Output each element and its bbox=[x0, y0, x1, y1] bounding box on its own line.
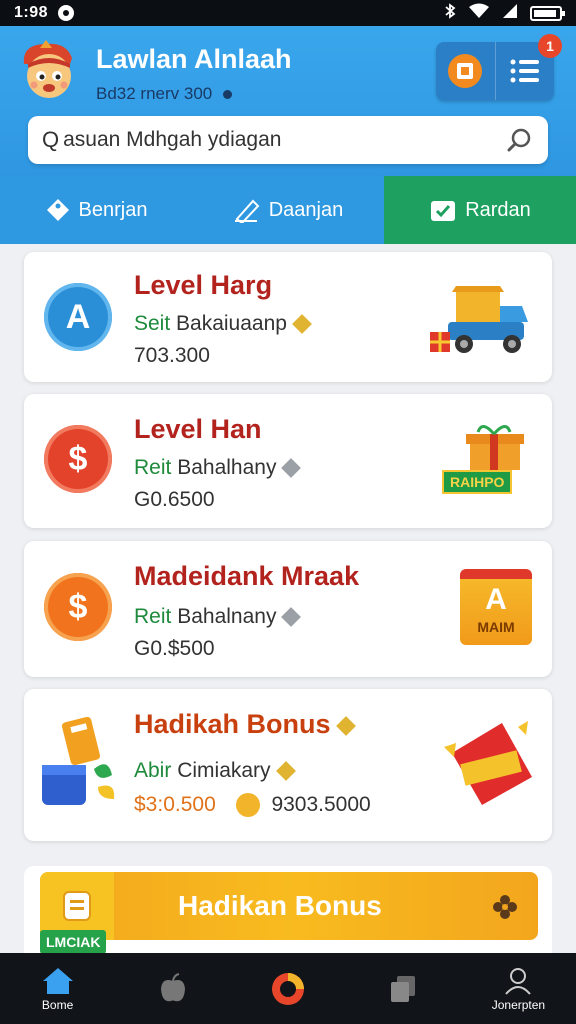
card-value: G0.$500 bbox=[134, 637, 215, 660]
notification-dot-icon bbox=[58, 5, 75, 21]
flower-icon bbox=[493, 895, 517, 919]
badge-letter: A bbox=[485, 583, 507, 616]
profile-icon bbox=[505, 967, 532, 995]
gem-icon bbox=[281, 458, 302, 479]
coin-amount: 9303.5000 bbox=[271, 793, 371, 816]
card-value: G0.6500 bbox=[134, 488, 215, 511]
tab-rardan[interactable]: Rardan bbox=[384, 176, 576, 244]
app-subtitle: Bd32 rnerv 300 bbox=[96, 84, 232, 104]
card-value-row: $3:0.500 9303.5000 bbox=[134, 793, 371, 818]
battery-icon bbox=[530, 5, 565, 21]
level-card[interactable]: $ Level Han Reit Bahalhany G0.6500 RAIHP… bbox=[24, 394, 552, 528]
signal-icon bbox=[502, 3, 518, 24]
status-time: 1:98 bbox=[14, 4, 49, 21]
card-title: Level Harg bbox=[134, 270, 273, 300]
nav-profile[interactable]: Jonerpten bbox=[461, 953, 576, 1024]
delivery-truck-icon bbox=[428, 274, 538, 369]
pencil-icon bbox=[234, 199, 260, 223]
search-bar[interactable]: Q bbox=[28, 116, 548, 164]
card-title: Level Han bbox=[134, 414, 262, 444]
search-prefix-icon: Q bbox=[42, 127, 60, 152]
tab-daanjan[interactable]: Daanjan bbox=[192, 176, 384, 244]
bonus-gifts-icon bbox=[38, 716, 122, 818]
center-circle-icon bbox=[272, 972, 304, 1005]
wallet-check-icon bbox=[431, 201, 456, 221]
level-card[interactable]: $ Madeidank Mraak Reit Bahalnany G0.$500… bbox=[24, 541, 552, 677]
wifi-icon bbox=[468, 3, 490, 24]
bluetooth-icon bbox=[444, 2, 456, 24]
card-title: Madeidank Mraak bbox=[134, 561, 360, 591]
promo-section: Hadikan Bonus LMCIAK bbox=[24, 866, 552, 956]
promo-label: Hadikan Bonus bbox=[178, 890, 382, 921]
card-subtitle: Reit Bahalhany bbox=[134, 456, 302, 480]
calendar-badge-icon: A MAIM bbox=[460, 569, 532, 645]
apple-icon bbox=[160, 972, 185, 1001]
tab-benrjan[interactable]: Benrjan bbox=[0, 176, 192, 244]
gift-reward-icon: RAIHPO bbox=[434, 424, 538, 509]
bonus-amount: $3:0.500 bbox=[134, 793, 216, 816]
gem-icon bbox=[292, 314, 312, 335]
menu-icon bbox=[510, 59, 539, 83]
app-title: Lawlan Alnlaah bbox=[96, 44, 292, 74]
badge-label: MAIM bbox=[477, 619, 515, 635]
nav-center[interactable] bbox=[230, 953, 345, 1024]
gem-icon bbox=[281, 607, 302, 628]
nav-home[interactable]: Bome bbox=[0, 953, 115, 1024]
home-icon bbox=[42, 967, 73, 994]
dollar-coin-icon: $ bbox=[44, 425, 112, 493]
gem-icon bbox=[335, 715, 356, 736]
card-value: 703.300 bbox=[134, 344, 210, 367]
wallet-icon bbox=[448, 54, 483, 88]
app-header: Lawlan Alnlaah Bd32 rnerv 300 1 Q bbox=[0, 26, 576, 176]
promo-tag: LMCIAK bbox=[40, 930, 107, 954]
mascot-avatar[interactable] bbox=[16, 38, 82, 104]
bonus-banner-icon bbox=[442, 717, 538, 814]
tag-icon bbox=[46, 199, 69, 221]
nav-label: Jonerpten bbox=[491, 997, 546, 1012]
notification-badge: 1 bbox=[538, 34, 562, 58]
tab-label: Benrjan bbox=[78, 198, 148, 221]
card-subtitle: Seit Bakaiuaanp bbox=[134, 312, 312, 336]
info-dot-icon bbox=[222, 90, 232, 100]
nav-label: Bome bbox=[41, 997, 74, 1012]
nav-apple[interactable] bbox=[115, 953, 230, 1024]
tab-label: Rardan bbox=[465, 198, 531, 221]
card-subtitle: Reit Bahalnany bbox=[134, 605, 302, 629]
search-input[interactable] bbox=[63, 128, 506, 152]
bonus-card[interactable]: Hadikah Bonus Abir Cimiakary $3:0.500 93… bbox=[24, 689, 552, 841]
cards-icon bbox=[391, 975, 416, 1002]
tab-label: Daanjan bbox=[268, 198, 344, 221]
bonus-promo-button[interactable]: Hadikan Bonus bbox=[40, 872, 538, 940]
nav-cards[interactable] bbox=[346, 953, 461, 1024]
card-subtitle: Abir Cimiakary bbox=[134, 759, 296, 783]
reward-label: RAIHPO bbox=[442, 470, 513, 494]
coin-face-icon bbox=[235, 793, 260, 818]
header-actions: 1 bbox=[436, 34, 562, 100]
gem-icon bbox=[275, 761, 296, 782]
clipboard-icon bbox=[63, 891, 91, 921]
bottom-nav: Bome Jonerpten bbox=[0, 953, 576, 1024]
level-card[interactable]: A Level Harg Seit Bakaiuaanp 703.300 bbox=[24, 252, 552, 382]
search-icon[interactable] bbox=[506, 126, 534, 154]
tab-bar: Benrjan Daanjan Rardan bbox=[0, 176, 576, 244]
card-title: Hadikah Bonus bbox=[134, 709, 356, 740]
menu-button[interactable]: 1 bbox=[494, 34, 562, 100]
wallet-button[interactable] bbox=[436, 42, 495, 100]
status-bar: 1:98 bbox=[0, 0, 576, 26]
level-a-icon: A bbox=[44, 283, 112, 351]
dollar-coin-icon: $ bbox=[44, 573, 112, 641]
